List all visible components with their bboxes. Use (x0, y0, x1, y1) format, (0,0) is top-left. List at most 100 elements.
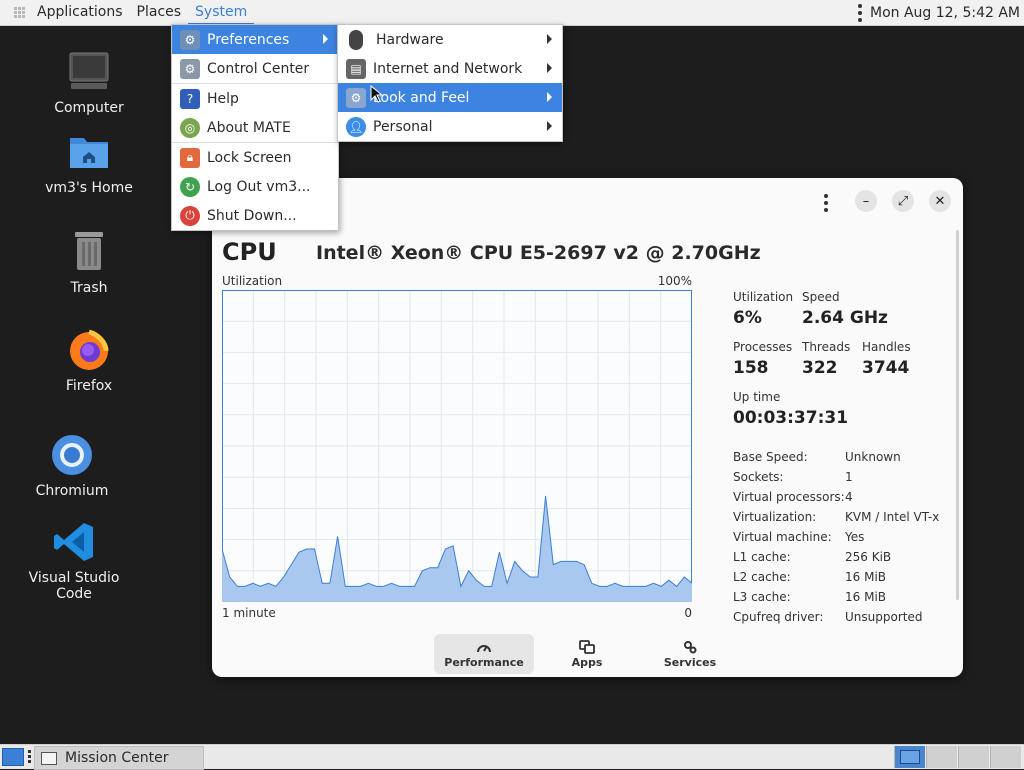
desktop-icon-chromium[interactable]: Chromium (7, 433, 137, 499)
preferences-submenu: Hardware ▤ Internet and Network ⚙ Look a… (337, 24, 563, 142)
workspace-1[interactable] (894, 746, 925, 768)
tab-performance[interactable]: Performance (434, 634, 534, 674)
applications-menu[interactable]: Applications (30, 0, 130, 25)
tab-apps[interactable]: Apps (537, 634, 637, 674)
menu-item-label: Help (207, 90, 239, 107)
spec-label: Virtual processors: (733, 490, 845, 504)
spec-label: Virtualization: (733, 510, 817, 524)
menu-item-label: Look and Feel (373, 89, 470, 106)
clock[interactable]: Mon Aug 12, 5:42 AM (870, 5, 1020, 21)
desktop-icon-firefox[interactable]: Firefox (24, 328, 154, 394)
desktop-icon-home[interactable]: vm3's Home (24, 130, 154, 196)
workspace-4[interactable] (990, 746, 1021, 768)
desktop-icon-label: Visual Studio Code (28, 570, 120, 602)
window-menu-kebab-icon[interactable] (824, 194, 828, 212)
places-menu[interactable]: Places (130, 0, 189, 25)
look-and-feel-icon: ⚙ (346, 87, 366, 108)
submenu-arrow-icon (547, 63, 552, 73)
desktop-icon-label: vm3's Home (45, 180, 133, 196)
menu-item-control-center[interactable]: ⚙ Control Center (172, 54, 338, 83)
spec-label: Base Speed: (733, 450, 808, 464)
tab-services[interactable]: Services (640, 634, 740, 674)
mouse-cursor-icon (370, 85, 382, 103)
chromium-icon (50, 433, 94, 477)
spec-label: Sockets: (733, 470, 784, 484)
trash-icon (67, 230, 111, 274)
logout-icon: ↻ (180, 176, 200, 197)
menu-item-label: About MATE (207, 119, 291, 136)
desktop-icon-trash[interactable]: Trash (24, 230, 154, 296)
uptime-label: Up time (733, 390, 781, 404)
maximize-button[interactable]: ⤢ (892, 190, 914, 212)
threads-label: Threads (802, 340, 851, 354)
menu-item-lock-screen[interactable]: 🔒︎ Lock Screen (172, 143, 338, 172)
submenu-arrow-icon (547, 121, 552, 131)
bottom-tab-bar: Performance Apps Services (212, 630, 963, 677)
person-icon: 👤︎ (346, 116, 366, 137)
menu-item-label: Lock Screen (207, 149, 292, 166)
desktop-icon-label: Firefox (65, 378, 113, 394)
tab-label: Performance (444, 656, 524, 669)
menu-item-hardware[interactable]: Hardware (338, 25, 562, 54)
close-button[interactable]: ✕ (929, 190, 951, 212)
gears-icon (682, 640, 698, 654)
close-icon: ✕ (934, 193, 946, 209)
desktop-icon-label: Trash (70, 280, 108, 296)
graph-label: Utilization (222, 274, 283, 288)
scrollbar[interactable] (956, 230, 959, 600)
panel-handle-icon[interactable] (28, 750, 31, 763)
top-panel: Applications Places System Mon Aug 12, 5… (0, 0, 1024, 26)
menu-item-shut-down[interactable]: ⏻ Shut Down... (172, 201, 338, 230)
spec-value: KVM / Intel VT-x (845, 510, 940, 524)
graph-min-label: 0 (684, 606, 692, 620)
desktop-icon-computer[interactable]: Computer (24, 50, 154, 116)
taskbar-mission-center[interactable]: Mission Center (34, 746, 204, 770)
graph-max-label: 100% (657, 274, 692, 288)
mission-center-window: – ⤢ ✕ CPU Intel® Xeon® CPU E5-2697 v2 @ … (212, 178, 963, 677)
uptime-value: 00:03:37:31 (733, 408, 849, 428)
processes-value: 158 (733, 358, 769, 378)
menu-item-preferences[interactable]: ⚙ Preferences (172, 25, 338, 54)
applications-grid-icon[interactable] (14, 6, 26, 19)
spec-label: L1 cache: (733, 550, 791, 564)
menu-item-help[interactable]: ? Help (172, 84, 338, 113)
lock-icon: 🔒︎ (180, 147, 200, 168)
mouse-icon (349, 29, 363, 50)
system-dropdown-menu: ⚙ Preferences ⚙ Control Center ? Help ◎ … (171, 24, 339, 231)
workspace-3[interactable] (958, 746, 989, 768)
bottom-panel: Mission Center (0, 744, 1024, 770)
minimize-icon: – (862, 193, 870, 209)
menu-item-log-out[interactable]: ↻ Log Out vm3... (172, 172, 338, 201)
mate-icon: ◎ (180, 117, 200, 138)
taskbar-label: Mission Center (65, 750, 169, 766)
maximize-icon: ⤢ (897, 193, 909, 209)
apps-icon (579, 640, 595, 654)
menu-item-label: Preferences (207, 31, 290, 48)
system-menu[interactable]: System (188, 0, 255, 25)
desktop-icon-vscode[interactable]: Visual Studio Code (9, 520, 139, 602)
minimize-button[interactable]: – (855, 190, 877, 212)
menu-item-label: Control Center (207, 60, 310, 77)
show-desktop-icon[interactable] (2, 748, 24, 766)
menu-item-personal[interactable]: 👤︎ Personal (338, 112, 562, 141)
spec-label: Virtual machine: (733, 530, 832, 544)
processes-label: Processes (733, 340, 793, 354)
spec-value: Yes (845, 530, 865, 544)
menu-item-about-mate[interactable]: ◎ About MATE (172, 113, 338, 142)
spec-label: Cpufreq driver: (733, 610, 824, 624)
submenu-arrow-icon (547, 34, 552, 44)
submenu-arrow-icon (547, 92, 552, 102)
menu-item-internet-and-network[interactable]: ▤ Internet and Network (338, 54, 562, 83)
utilization-value: 6% (733, 308, 762, 328)
tab-label: Apps (571, 656, 603, 669)
spec-value: 16 MiB (845, 590, 887, 604)
vscode-icon (52, 520, 96, 564)
workspace-2[interactable] (926, 746, 957, 768)
spec-label: L3 cache: (733, 590, 791, 604)
utilization-label: Utilization (733, 290, 794, 304)
panel-kebab-icon[interactable] (857, 3, 862, 22)
home-folder-icon (67, 130, 111, 174)
menu-item-label: Personal (373, 118, 433, 135)
speed-value: 2.64 GHz (802, 308, 888, 328)
handles-label: Handles (862, 340, 911, 354)
